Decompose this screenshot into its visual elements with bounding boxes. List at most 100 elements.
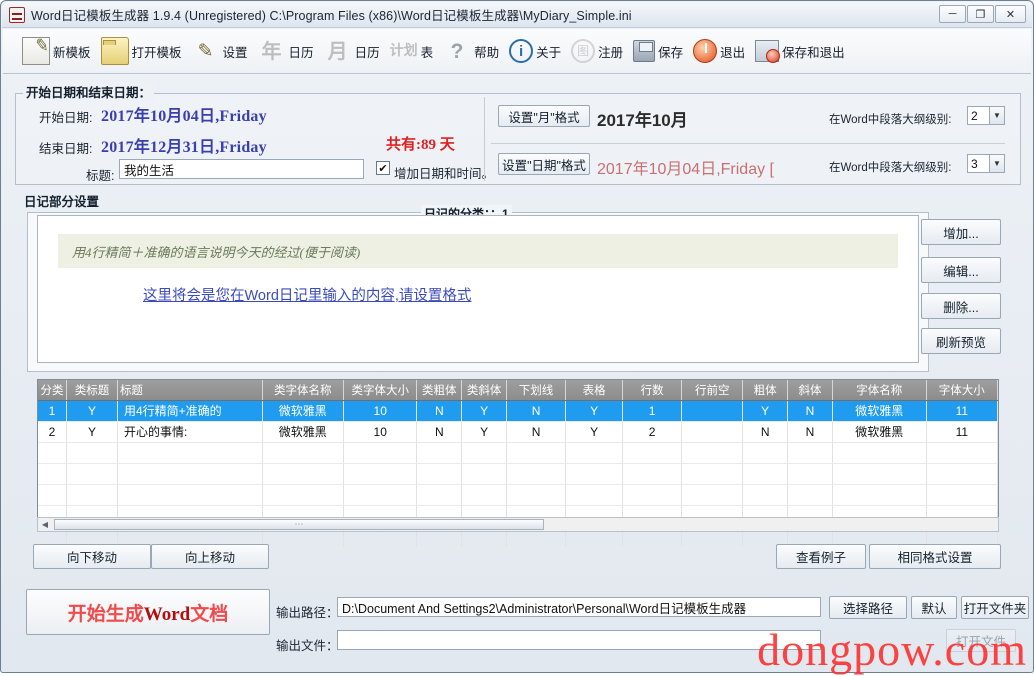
table-cell[interactable]: 1 — [38, 400, 68, 422]
table-cell[interactable]: N — [416, 421, 463, 443]
edit-category-button[interactable]: 编辑... — [921, 257, 1001, 283]
table-cell[interactable]: 2 — [622, 421, 683, 443]
grid-column-header[interactable]: 斜体 — [787, 380, 833, 401]
toolbar-plan-table[interactable]: 计划 表 — [385, 31, 439, 71]
toolbar-month-calendar[interactable]: 月 日历 — [319, 31, 385, 71]
refresh-preview-button[interactable]: 刷新预览 — [921, 328, 1001, 354]
chevron-down-icon[interactable]: ▼ — [989, 107, 1004, 124]
output-path-input[interactable]: D:\Document And Settings2\Administrator\… — [337, 597, 821, 617]
toolbar-new-template[interactable]: 新模板 — [17, 31, 96, 71]
date-format-button[interactable]: 设置"日期"格式 — [498, 153, 590, 175]
table-cell[interactable]: N — [506, 400, 567, 422]
choose-path-button[interactable]: 选择路径 — [829, 596, 907, 619]
table-row[interactable]: 1 Y 用4行精简+准确的 微软雅黑 10 N Y N Y 1 Y N 微软雅黑 11 — [38, 400, 999, 422]
generate-word-document-button[interactable]: 开始生成Word文档 — [26, 589, 270, 635]
table-cell[interactable]: 微软雅黑 — [832, 400, 927, 422]
month-format-button[interactable]: 设置"月"格式 — [498, 105, 590, 127]
toolbar-open-template[interactable]: 打开模板 — [96, 31, 187, 71]
toolbar-save[interactable]: 保存 — [628, 31, 688, 71]
scroll-left-arrow-icon[interactable]: ◀ — [38, 518, 52, 531]
table-cell[interactable]: N — [787, 421, 833, 443]
diary-format-grid[interactable]: 分类 类标题 标题 类字体名称 类字体大小 类粗体 类斜体 下划线 表格 行数 行前空 粗体 斜体 字体名… — [37, 379, 999, 548]
view-example-button[interactable]: 查看例子 — [776, 544, 866, 569]
table-cell[interactable]: Y — [565, 421, 624, 443]
table-cell[interactable]: 开心的事情: — [117, 421, 263, 443]
grid-column-header[interactable]: 类标题 — [66, 380, 118, 401]
output-file-input[interactable] — [337, 630, 821, 650]
grid-column-header[interactable]: 分类 — [38, 380, 68, 401]
close-button[interactable]: ✕ — [995, 5, 1026, 23]
grid-column-header[interactable]: 行前空 — [681, 380, 744, 401]
grid-column-header[interactable]: 表格 — [565, 380, 624, 401]
default-path-button[interactable]: 默认 — [911, 596, 957, 619]
table-cell-empty — [926, 442, 999, 464]
table-cell[interactable]: 10 — [343, 421, 418, 443]
table-cell[interactable] — [681, 421, 744, 443]
grid-column-header[interactable]: 字体名称 — [832, 380, 927, 401]
grid-column-header[interactable]: 下划线 — [506, 380, 567, 401]
table-cell[interactable]: 微软雅黑 — [262, 400, 345, 422]
grid-column-header[interactable]: 行数 — [622, 380, 683, 401]
delete-category-button[interactable]: 删除... — [921, 293, 1001, 319]
generate-prefix: 开始生成 — [67, 603, 144, 625]
table-cell[interactable]: Y — [66, 400, 118, 422]
table-cell[interactable]: N — [416, 400, 463, 422]
table-cell[interactable]: 10 — [343, 400, 418, 422]
title-input[interactable]: 我的生活 — [119, 159, 364, 179]
toolbar-about[interactable]: i 关于 — [504, 31, 566, 71]
toolbar-settings[interactable]: ✎ 设置 — [187, 31, 253, 71]
end-date-value[interactable]: 2017年12月31日,Friday — [101, 133, 267, 157]
open-folder-button[interactable]: 打开文件夹 — [961, 596, 1029, 619]
generate-word: Word — [143, 603, 191, 625]
diary-preview-area[interactable]: 用4行精简＋准确的语言说明今天的经过(便于阅读) 这里将会是您在Word日记里输… — [37, 215, 919, 363]
table-cell[interactable]: Y — [461, 421, 507, 443]
grid-horizontal-scrollbar[interactable]: ◀ ⋯ — [37, 517, 999, 532]
grid-column-header[interactable]: 类斜体 — [461, 380, 507, 401]
toolbar-year-calendar[interactable]: 年 日历 — [253, 31, 319, 71]
table-cell[interactable]: N — [506, 421, 567, 443]
grid-column-header[interactable]: 标题 — [117, 380, 263, 401]
total-days-label: 共有:89 天 — [386, 137, 455, 153]
toolbar-label: 表 — [420, 45, 434, 60]
grid-column-header[interactable]: 粗体 — [742, 380, 789, 401]
scrollbar-thumb[interactable]: ⋯ — [54, 519, 544, 530]
save-and-exit-icon — [755, 40, 781, 63]
table-cell[interactable]: 11 — [926, 421, 999, 443]
add-datetime-checkbox[interactable]: ✔ — [376, 161, 390, 175]
grid-column-header[interactable]: 字体大小 — [926, 380, 999, 401]
table-cell[interactable]: Y — [742, 400, 789, 422]
maximize-button[interactable]: ❐ — [967, 5, 994, 23]
add-category-button[interactable]: 增加... — [921, 219, 1001, 245]
chevron-down-icon[interactable]: ▼ — [989, 155, 1004, 172]
grid-column-header[interactable]: 类字体大小 — [343, 380, 418, 401]
grid-column-header[interactable]: 类字体名称 — [262, 380, 345, 401]
toolbar-register[interactable]: 图 注册 — [566, 31, 628, 71]
about-icon: i — [509, 39, 534, 63]
table-cell[interactable]: 2 — [38, 421, 68, 443]
table-cell[interactable]: Y — [66, 421, 118, 443]
table-row[interactable]: 2 Y 开心的事情: 微软雅黑 10 N Y N Y 2 N N 微软雅黑 11 — [38, 421, 999, 443]
table-cell[interactable]: 用4行精简+准确的 — [117, 400, 263, 422]
move-up-button[interactable]: 向上移动 — [151, 544, 269, 569]
table-cell[interactable]: 11 — [926, 400, 999, 422]
start-date-value[interactable]: 2017年10月04日,Friday — [101, 102, 267, 126]
date-outline-level-combo[interactable]: 3 ▼ — [967, 154, 1005, 173]
month-outline-level-combo[interactable]: 2 ▼ — [967, 106, 1005, 125]
grid-column-header[interactable]: 类粗体 — [416, 380, 463, 401]
table-cell[interactable]: 微软雅黑 — [832, 421, 927, 443]
toolbar-save-and-exit[interactable]: 保存和退出 — [750, 31, 850, 71]
same-format-settings-button[interactable]: 相同格式设置 — [869, 544, 1001, 569]
table-row-empty — [38, 442, 999, 464]
toolbar-label: 打开模板 — [131, 45, 182, 60]
toolbar-help[interactable]: ? 帮助 — [438, 31, 504, 71]
table-cell[interactable]: 微软雅黑 — [262, 421, 345, 443]
minimize-button[interactable]: ─ — [939, 5, 966, 23]
move-down-button[interactable]: 向下移动 — [33, 544, 151, 569]
table-cell[interactable]: Y — [461, 400, 507, 422]
table-cell[interactable]: N — [742, 421, 789, 443]
table-cell[interactable] — [681, 400, 744, 422]
table-cell[interactable]: N — [787, 400, 833, 422]
table-cell[interactable]: 1 — [622, 400, 683, 422]
table-cell[interactable]: Y — [565, 400, 624, 422]
toolbar-exit[interactable]: 退出 — [688, 31, 750, 71]
